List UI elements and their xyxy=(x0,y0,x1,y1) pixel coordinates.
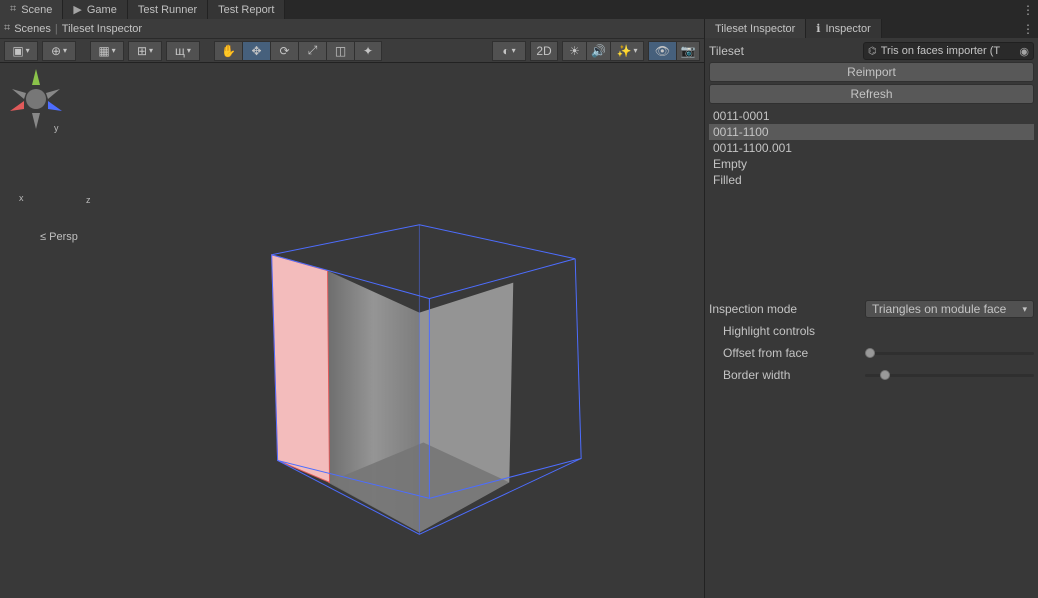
offset-from-face-label: Offset from face xyxy=(709,346,865,360)
fx-dropdown[interactable]: ✨ xyxy=(610,41,644,61)
axis-y-label: y xyxy=(54,123,59,133)
tileset-object-field[interactable]: ⌬ Tris on faces importer (T ◉ xyxy=(863,42,1034,60)
tileset-label: Tileset xyxy=(709,44,859,58)
tab-game-label: Game xyxy=(87,4,117,16)
inspector-panel: Tileset ⌬ Tris on faces importer (T ◉ Re… xyxy=(705,38,1038,188)
tileset-list: 0011-0001 0011-1100 0011-1100.001 Empty … xyxy=(709,108,1034,188)
tab-test-runner-label: Test Runner xyxy=(138,4,197,16)
visibility-icon[interactable]: 👁 xyxy=(648,41,676,61)
persp-text: Persp xyxy=(49,231,78,243)
inspection-mode-value: Triangles on module face xyxy=(872,302,1006,316)
scene-toolbar: ▣ ⊕ ▦ ⊞ щ ✋ ✥ ⟳ xyxy=(0,39,704,63)
axis-z-label: z xyxy=(86,195,91,205)
left-pane: ⌗ Scenes | Tileset Inspector ▣ ⊕ ▦ ⊞ xyxy=(0,19,705,598)
draw-mode-dropdown[interactable]: ◐ xyxy=(492,41,526,61)
tab-inspector-label: Inspector xyxy=(825,23,870,35)
refresh-button[interactable]: Refresh xyxy=(709,84,1034,104)
right-pane: Tileset Inspector ℹ Inspector ⋮ Tileset … xyxy=(705,19,1038,598)
tool-rotate-icon[interactable]: ⟳ xyxy=(270,41,298,61)
tileset-field: Tileset ⌬ Tris on faces importer (T ◉ xyxy=(709,42,1034,60)
tab-game[interactable]: ▶ Game xyxy=(63,0,127,19)
scene-viewport[interactable]: x y z ≤ Persp xyxy=(0,63,704,598)
tool-grid-dropdown[interactable]: ▦ xyxy=(90,41,124,61)
tool-hand-icon[interactable]: ✋ xyxy=(214,41,242,61)
tool-increment-dropdown[interactable]: щ xyxy=(166,41,200,61)
persp-arrow-icon: ≤ xyxy=(40,231,46,243)
tool-snap-dropdown[interactable]: ⊞ xyxy=(128,41,162,61)
breadcrumb-leaf[interactable]: Tileset Inspector xyxy=(62,23,142,35)
orientation-gizmo[interactable] xyxy=(0,63,72,135)
border-width-label: Border width xyxy=(709,368,865,382)
tool-scale-icon[interactable]: ⤢ xyxy=(298,41,326,61)
list-item[interactable]: Empty xyxy=(709,156,1034,172)
list-item[interactable]: Filled xyxy=(709,172,1034,188)
highlight-controls-label: Highlight controls xyxy=(709,324,865,338)
tool-transform-icon[interactable]: ✦ xyxy=(354,41,382,61)
border-width-slider[interactable] xyxy=(865,366,1034,384)
tab-tileset-label: Tileset Inspector xyxy=(715,23,795,35)
tool-handle-dropdown[interactable]: ⊕ xyxy=(42,41,76,61)
inspection-section: Inspection mode Triangles on module face… xyxy=(705,298,1038,386)
breadcrumb-sep: | xyxy=(55,23,58,35)
scenes-icon: ⌗ xyxy=(4,22,10,35)
lighting-icon[interactable]: ☀ xyxy=(562,41,586,61)
perspective-label[interactable]: ≤ Persp xyxy=(40,231,78,243)
list-item[interactable]: 0011-0001 xyxy=(709,108,1034,124)
tab-test-runner[interactable]: Test Runner xyxy=(128,0,208,19)
inspection-mode-label: Inspection mode xyxy=(709,302,865,316)
reimport-button[interactable]: Reimport xyxy=(709,62,1034,82)
mode-2d-button[interactable]: 2D xyxy=(530,41,558,61)
tool-pivot-dropdown[interactable]: ▣ xyxy=(4,41,38,61)
scene-icon: ⌗ xyxy=(10,3,16,16)
breadcrumb-root[interactable]: Scenes xyxy=(14,23,51,35)
tab-test-report-label: Test Report xyxy=(218,4,274,16)
list-item[interactable]: 0011-1100.001 xyxy=(709,140,1034,156)
list-item[interactable]: 0011-1100 xyxy=(709,124,1034,140)
object-picker-icon[interactable]: ◉ xyxy=(1019,45,1029,58)
tool-move-icon[interactable]: ✥ xyxy=(242,41,270,61)
right-tabs: Tileset Inspector ℹ Inspector ⋮ xyxy=(705,19,1038,38)
right-kebab-icon[interactable]: ⋮ xyxy=(1018,19,1038,38)
camera-icon[interactable]: 📷 xyxy=(676,41,700,61)
tool-rect-icon[interactable]: ◫ xyxy=(326,41,354,61)
breadcrumb: ⌗ Scenes | Tileset Inspector xyxy=(0,19,704,39)
tab-tileset-inspector[interactable]: Tileset Inspector xyxy=(705,19,806,38)
audio-icon[interactable]: 🔊 xyxy=(586,41,610,61)
list-empty-space xyxy=(705,188,1038,298)
tab-scene[interactable]: ⌗ Scene xyxy=(0,0,63,19)
tab-test-report[interactable]: Test Report xyxy=(208,0,285,19)
game-icon: ▶ xyxy=(73,3,81,16)
tab-scene-label: Scene xyxy=(21,4,52,16)
top-kebab-icon[interactable]: ⋮ xyxy=(1018,0,1038,19)
top-tabs: ⌗ Scene ▶ Game Test Runner Test Report ⋮ xyxy=(0,0,1038,19)
info-icon: ℹ xyxy=(816,22,820,35)
object-icon: ⌬ xyxy=(868,46,877,57)
axis-x-label: x xyxy=(19,193,24,203)
scene-render xyxy=(0,63,704,596)
tab-inspector[interactable]: ℹ Inspector xyxy=(806,19,881,38)
main: ⌗ Scenes | Tileset Inspector ▣ ⊕ ▦ ⊞ xyxy=(0,19,1038,598)
offset-from-face-slider[interactable] xyxy=(865,344,1034,362)
inspection-mode-dropdown[interactable]: Triangles on module face xyxy=(865,300,1034,318)
tileset-value: Tris on faces importer (T xyxy=(881,45,1000,57)
